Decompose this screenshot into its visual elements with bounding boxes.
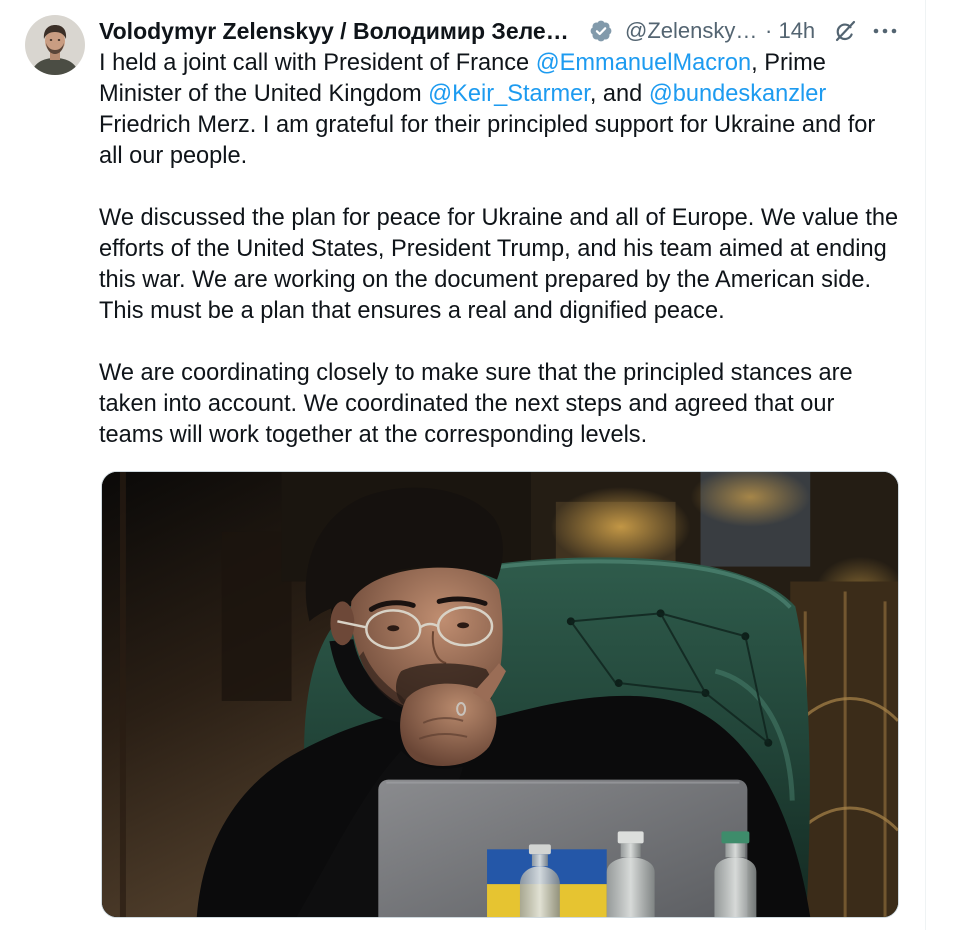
mention-link[interactable]: @EmmanuelMacron bbox=[536, 50, 751, 76]
avatar-image bbox=[25, 15, 85, 75]
tweet-text-line: teams will work together at the correspo… bbox=[99, 420, 898, 451]
text-segment: this war. We are working on the document… bbox=[99, 267, 872, 293]
eye bbox=[457, 622, 470, 629]
eye bbox=[387, 625, 400, 632]
tweet-text-line: Friedrich Merz. I am grateful for their … bbox=[99, 110, 898, 141]
mention-link[interactable]: @bundeskanzler bbox=[649, 81, 826, 107]
tweet-text-line: Minister of the United Kingdom @Keir_Sta… bbox=[99, 79, 898, 110]
tweet-text-line: this war. We are working on the document… bbox=[99, 265, 898, 296]
tweet-photo[interactable] bbox=[101, 471, 899, 918]
avatar-eye bbox=[57, 39, 61, 41]
grok-icon[interactable] bbox=[833, 19, 857, 43]
tweet-text-line: We discussed the plan for peace for Ukra… bbox=[99, 203, 898, 234]
separator-dot: · bbox=[765, 18, 773, 43]
tweet-paragraph: We are coordinating closely to make sure… bbox=[99, 358, 898, 451]
text-segment: Minister of the United Kingdom bbox=[99, 81, 429, 107]
relative-time[interactable]: 14h bbox=[778, 18, 815, 43]
tweet-text-line: This must be a plan that ensures a real … bbox=[99, 296, 898, 327]
text-segment: efforts of the United States, President … bbox=[99, 236, 887, 262]
text-segment: I held a joint call with President of Fr… bbox=[99, 50, 536, 76]
tweet-text-line: We are coordinating closely to make sure… bbox=[99, 358, 898, 389]
text-segment: , and bbox=[589, 81, 649, 107]
mention-link[interactable]: @Keir_Starmer bbox=[428, 81, 590, 107]
tweet-text-line: I held a joint call with President of Fr… bbox=[99, 48, 898, 79]
text-segment: teams will work together at the correspo… bbox=[99, 422, 648, 448]
tweet-text-line: all our people. bbox=[99, 141, 898, 172]
author-handle[interactable]: @Zelensky… bbox=[625, 16, 757, 46]
author-display-name[interactable]: Volodymyr Zelenskyy / Володимир Зеле… bbox=[99, 16, 569, 46]
verified-badge-icon[interactable] bbox=[590, 20, 612, 42]
photo-image bbox=[102, 472, 898, 917]
text-segment: We are coordinating closely to make sure… bbox=[99, 360, 853, 386]
tweet-text: I held a joint call with President of Fr… bbox=[99, 48, 898, 451]
column-divider bbox=[925, 0, 926, 930]
tweet-text-line: taken into account. We coordinated the n… bbox=[99, 389, 898, 420]
text-segment: taken into account. We coordinated the n… bbox=[99, 391, 835, 417]
text-segment: This must be a plan that ensures a real … bbox=[99, 298, 725, 324]
tweet-paragraph: I held a joint call with President of Fr… bbox=[99, 48, 898, 172]
text-segment: , Prime bbox=[751, 50, 826, 76]
tweet-paragraph: We discussed the plan for peace for Ukra… bbox=[99, 203, 898, 327]
timestamp: · 14h bbox=[765, 16, 815, 46]
avatar[interactable] bbox=[25, 15, 85, 75]
text-segment: Friedrich Merz. I am grateful for their … bbox=[99, 112, 876, 138]
text-segment: all our people. bbox=[99, 143, 248, 169]
text-segment: We discussed the plan for peace for Ukra… bbox=[99, 205, 899, 231]
more-icon[interactable] bbox=[872, 21, 898, 41]
avatar-eye bbox=[49, 39, 53, 41]
tweet-text-line: efforts of the United States, President … bbox=[99, 234, 898, 265]
